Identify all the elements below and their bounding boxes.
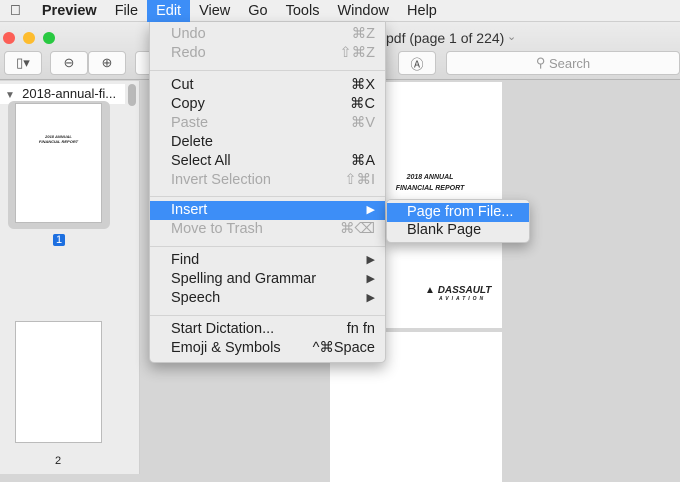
menu-item-label: Start Dictation...: [171, 321, 275, 337]
menu-item-label: Invert Selection: [171, 172, 271, 188]
document-name: 2018-annual-fi...: [22, 86, 117, 101]
shortcut-label: ⌘C: [350, 96, 375, 112]
menu-separator: [150, 70, 385, 71]
menu-preview[interactable]: Preview: [33, 0, 106, 22]
menu-item-move-to-trash[interactable]: Move to Trash ⌘⌫: [150, 220, 385, 239]
menu-item-label: Cut: [171, 77, 194, 93]
menu-item-undo[interactable]: Undo ⌘Z: [150, 25, 385, 44]
search-icon: ⚲: [535, 55, 549, 70]
insert-submenu: Page from File... Blank Page: [386, 199, 530, 243]
report-title: 2018 ANNUAL FINANCIAL REPORT: [395, 174, 465, 192]
menu-item-blank-page[interactable]: Blank Page: [387, 221, 529, 240]
menu-item-insert[interactable]: Insert ▶: [150, 201, 385, 220]
menu-item-cut[interactable]: Cut ⌘X: [150, 76, 385, 95]
shortcut-label: ⌘A: [350, 153, 375, 169]
dassault-logo: ▲ DASSAULT AVIATION: [425, 285, 492, 302]
menu-item-label: Select All: [171, 153, 231, 169]
search-placeholder: Search: [548, 55, 591, 71]
page-thumbnail-1[interactable]: 2018 ANNUAL FINANCIAL REPORT: [15, 103, 102, 223]
sidebar-icon: ▯▾: [16, 55, 30, 70]
menu-view[interactable]: View: [190, 0, 239, 22]
menu-separator: [150, 246, 385, 247]
menu-separator: [150, 196, 385, 197]
submenu-arrow-icon: ▶: [366, 292, 375, 304]
shortcut-label: ⌘X: [350, 77, 375, 93]
menu-bar:  Preview File Edit View Go Tools Window…: [0, 0, 680, 22]
shortcut-label: ⌘V: [350, 115, 375, 131]
menu-item-label: Insert: [171, 202, 208, 218]
shortcut-label: ⇧⌘Z: [339, 45, 375, 61]
page-number-1: 1: [53, 234, 66, 246]
menu-item-start-dictation[interactable]: Start Dictation... fn fn: [150, 320, 385, 339]
shortcut-label: ⌘⌫: [339, 221, 375, 237]
zoom-out-button[interactable]: ⊖: [50, 51, 88, 75]
menu-item-label: Redo: [171, 45, 206, 61]
zoom-out-icon: ⊖: [63, 55, 75, 70]
markup-button[interactable]: Ⓐ: [398, 51, 436, 75]
menu-go[interactable]: Go: [239, 0, 276, 22]
menu-file[interactable]: File: [106, 0, 147, 22]
submenu-arrow-icon: ▶: [366, 204, 375, 216]
menu-separator: [150, 315, 385, 316]
zoom-button[interactable]: [43, 32, 55, 44]
sidebar-toggle-button[interactable]: ▯▾: [4, 51, 42, 75]
menu-edit[interactable]: Edit: [147, 0, 191, 22]
edit-menu: Undo ⌘Z Redo ⇧⌘Z Cut ⌘X Copy ⌘C Paste ⌘V Delete Sel…: [149, 22, 386, 363]
menu-item-label: Speech: [171, 290, 221, 306]
menu-item-delete[interactable]: Delete: [150, 133, 385, 152]
shortcut-label: ⇧⌘I: [344, 172, 375, 188]
menu-item-label: Copy: [171, 96, 205, 112]
menu-item-redo[interactable]: Redo ⇧⌘Z: [150, 44, 385, 63]
menu-item-label: Spelling and Grammar: [171, 271, 317, 287]
menu-item-label: Undo: [171, 26, 206, 42]
menu-item-spelling-and-grammar[interactable]: Spelling and Grammar ▶: [150, 270, 385, 289]
menu-item-speech[interactable]: Speech ▶: [150, 289, 385, 308]
shortcut-label: fn fn: [346, 321, 375, 337]
window-title[interactable]: pdf (page 1 of 224): [386, 30, 504, 46]
chevron-down-icon[interactable]: ⌄: [507, 30, 516, 43]
submenu-arrow-icon: ▶: [366, 254, 375, 266]
logo-icon: ▲: [425, 285, 435, 296]
menu-item-find[interactable]: Find ▶: [150, 251, 385, 270]
menu-item-invert-selection[interactable]: Invert Selection ⇧⌘I: [150, 171, 385, 190]
shortcut-label: ^⌘Space: [312, 340, 375, 356]
menu-item-copy[interactable]: Copy ⌘C: [150, 95, 385, 114]
thumbnail-sidebar: ▼ 2018-annual-fi... 2018 ANNUAL FINANCIAL…: [0, 81, 140, 474]
menu-help[interactable]: Help: [398, 0, 446, 22]
page-thumbnail-2[interactable]: [15, 321, 102, 443]
search-input[interactable]: ⚲ Search: [446, 51, 680, 75]
scrollbar[interactable]: [128, 84, 136, 106]
menu-item-select-all[interactable]: Select All ⌘A: [150, 152, 385, 171]
close-button[interactable]: [3, 32, 15, 44]
shortcut-label: ⌘Z: [351, 26, 375, 42]
submenu-arrow-icon: ▶: [366, 273, 375, 285]
minimize-button[interactable]: [23, 32, 35, 44]
menu-window[interactable]: Window: [328, 0, 398, 22]
menu-item-page-from-file[interactable]: Page from File...: [387, 203, 529, 222]
markup-icon: Ⓐ: [410, 56, 424, 72]
thumb-title: 2018 ANNUAL FINANCIAL REPORT: [38, 134, 79, 144]
zoom-in-icon: ⊕: [101, 55, 113, 70]
apple-icon[interactable]: : [0, 0, 33, 22]
menu-item-label: Paste: [171, 115, 209, 131]
page-number-2: 2: [55, 455, 62, 467]
zoom-in-button[interactable]: ⊕: [88, 51, 126, 75]
menu-item-paste[interactable]: Paste ⌘V: [150, 114, 385, 133]
menu-item-label: Move to Trash: [171, 221, 263, 237]
menu-item-emoji-symbols[interactable]: Emoji & Symbols ^⌘Space: [150, 339, 385, 358]
menu-tools[interactable]: Tools: [277, 0, 329, 22]
disclosure-triangle-icon[interactable]: ▼: [5, 90, 15, 101]
menu-item-label: Emoji & Symbols: [171, 340, 281, 356]
menu-item-label: Find: [171, 252, 200, 268]
menu-item-label: Delete: [171, 134, 213, 150]
